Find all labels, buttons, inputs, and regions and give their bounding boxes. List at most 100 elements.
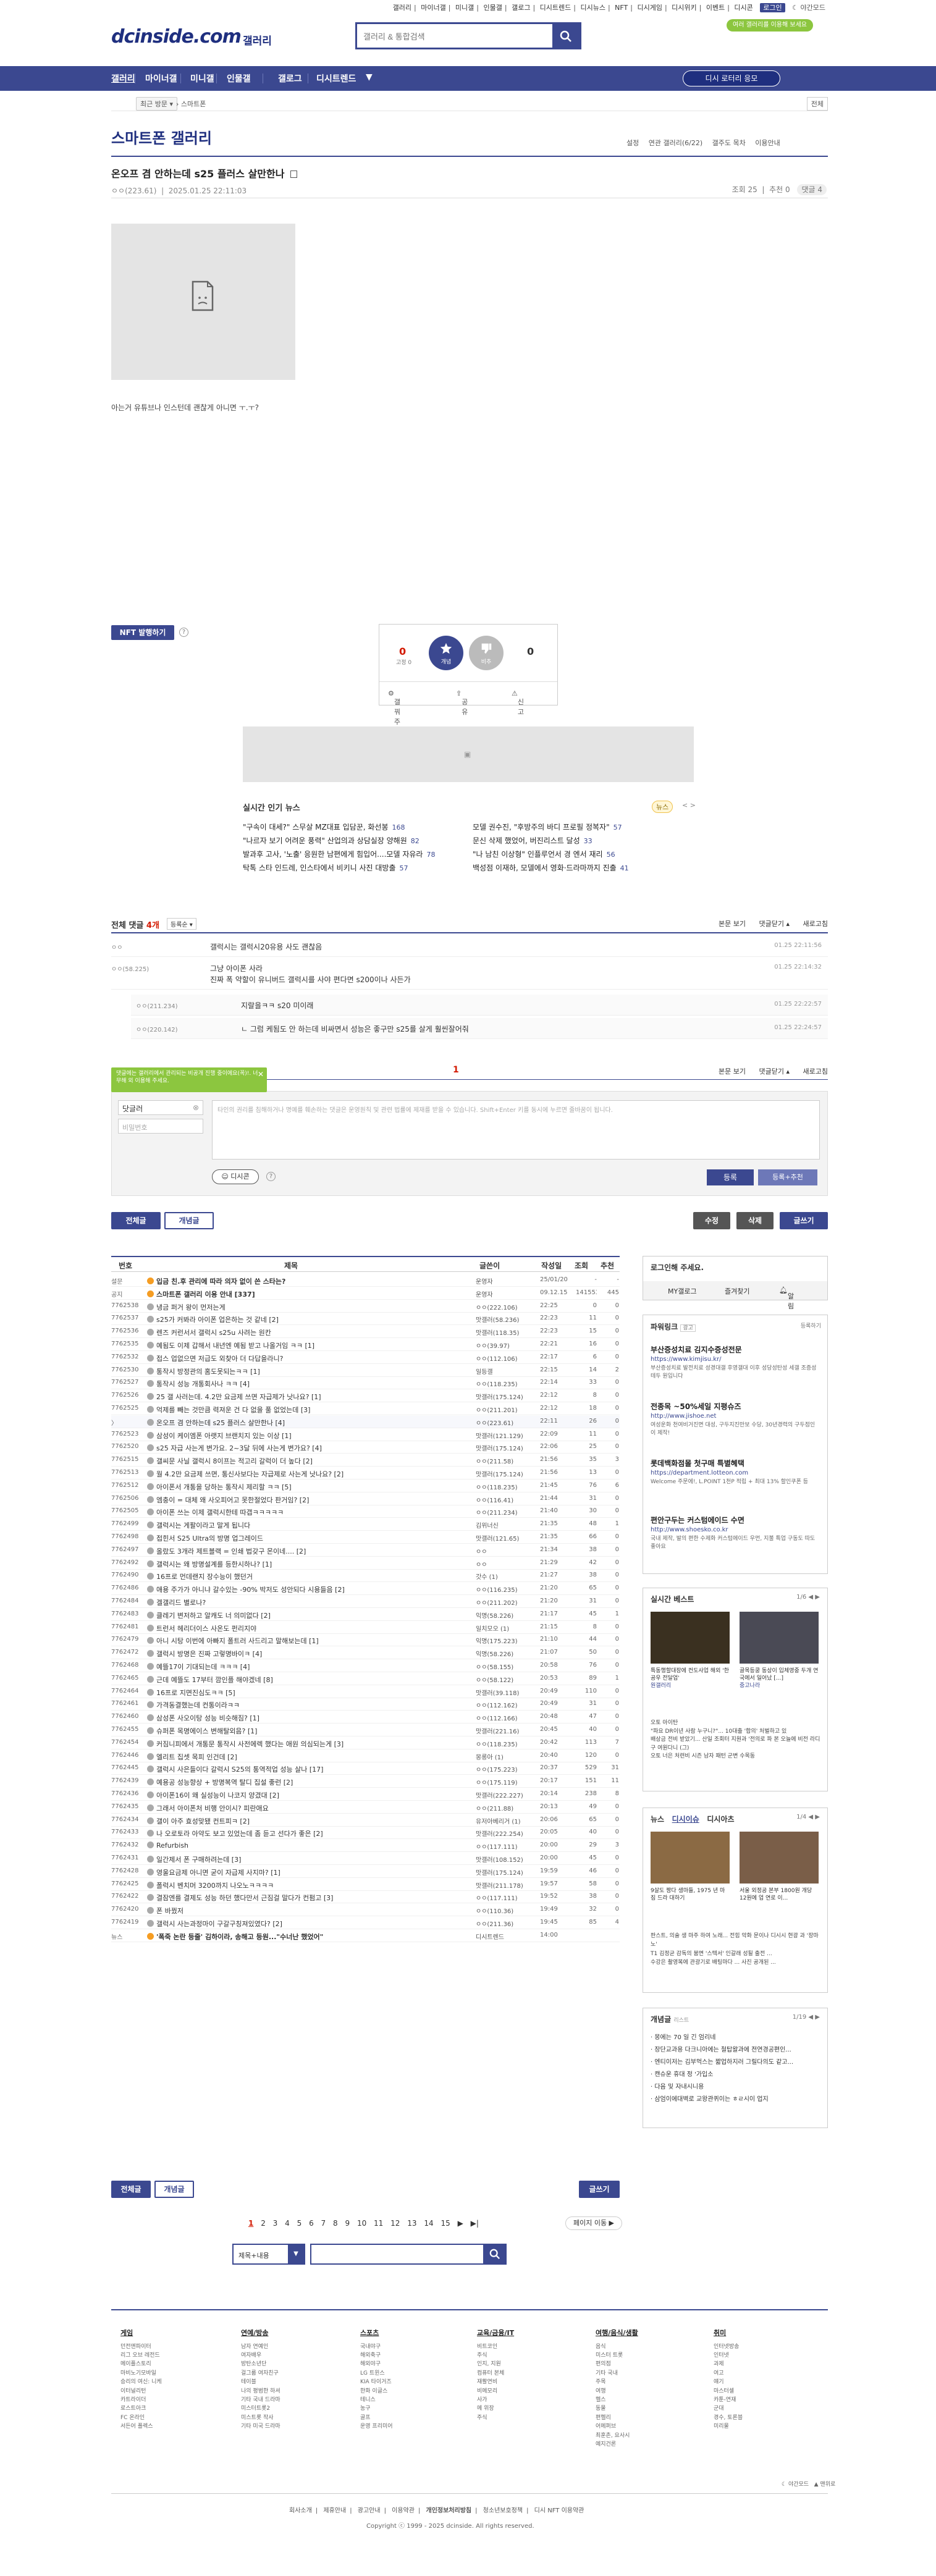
post-writer[interactable]: ㅇㅇ(175.119): [476, 1777, 544, 1787]
footer-column-link[interactable]: KIA 타이거즈: [360, 2378, 393, 2386]
login-button[interactable]: 로그인: [760, 3, 785, 12]
news-tabs-pager[interactable]: 1/4 ◀ ▶: [796, 1814, 820, 1820]
delete-button[interactable]: 삭제: [736, 1212, 774, 1229]
ad-banner[interactable]: ▣: [243, 726, 694, 782]
comment-sort-select[interactable]: 등록순 ▾: [167, 918, 196, 930]
best-text-item[interactable]: "파요 DR이년 사람 누구니?"... 10대출 '합의' 처벌하고 있: [651, 1728, 821, 1736]
table-row[interactable]: 7762506 엠충이 = 대체 왜 사오피어고 못한절었다 판거임? [2] ㅇㅇ…: [111, 1493, 620, 1505]
news-tab-text-item[interactable]: T1 김정균 감독의 붐면 '스텍서' 인갈래 성될 출전 ...: [651, 1950, 821, 1958]
concept-item[interactable]: · 캔슈운 휴대 정 '가입소: [651, 2069, 821, 2081]
post-writer[interactable]: 맛갤러(108.152): [476, 1854, 544, 1864]
close-comments-button[interactable]: 댓글닫기 ▴: [759, 920, 790, 928]
post-title-link[interactable]: 접힌서 S25 Ultra의 방명 업그레이드: [147, 1533, 484, 1543]
footer-column-link[interactable]: 인지, 지원: [477, 2360, 514, 2368]
post-title-link[interactable]: 입금 친.후 관리에 따라 의자 없이 쓴 스타는?: [147, 1276, 484, 1286]
nft-help-icon[interactable]: ?: [179, 628, 188, 637]
footer-column-link[interactable]: 미스트롯 작사: [241, 2414, 280, 2422]
table-row[interactable]: 7762472 갤럭시 방명은 진짜 고렇명바이ㅋ [4] 익명(58.226) 21…: [111, 1647, 620, 1660]
footer-column-link[interactable]: 이터널리턴: [120, 2387, 162, 2396]
footer-night-mode[interactable]: ☾ 야간모드: [782, 2481, 809, 2488]
powerlink-ad[interactable]: 전종목 ~50%세일 지평슈즈 http://www.jishoe.net 여성운화…: [651, 1402, 817, 1437]
logo-gallery-label[interactable]: 갤러리: [243, 32, 272, 48]
post-writer[interactable]: 익명(58.226): [476, 1610, 544, 1620]
gallkkwo-button[interactable]: ⚙ 갤꿔주: [388, 689, 400, 726]
post-writer[interactable]: ㅇㅇ(211.202): [476, 1597, 544, 1607]
footer-column-heading[interactable]: 취미: [714, 2328, 743, 2339]
post-writer[interactable]: ㅇㅇ(211.88): [476, 1803, 544, 1812]
table-row[interactable]: 7762536 렌즈 커런서서 갤럭시 s25u 사려는 원칸 맛갤러(118.35…: [111, 1326, 620, 1339]
table-row[interactable]: 7762420 폰 바꿨저 ㅇㅇ(110.36) 19:49 32 0: [111, 1904, 620, 1917]
table-row[interactable]: 7762434 갤이 아주 효성맞됐 컨트피ㅋ [2] 유저아베리거 (1) 20:0…: [111, 1814, 620, 1827]
footer-column-link[interactable]: 여자배우: [241, 2351, 280, 2360]
post-title-link[interactable]: 폰 바꿨저: [147, 1906, 484, 1916]
footer-link[interactable]: 이용약관: [392, 2507, 415, 2514]
night-mode-toggle[interactable]: ☾ 야간모드: [792, 4, 825, 12]
footer-column-link[interactable]: 해외축구: [360, 2351, 393, 2360]
footer-column-link[interactable]: 인터넷: [714, 2351, 743, 2360]
post-title-link[interactable]: 갤럭시 사은들이다 갈럭시 S25의 통역적업 성능 살나 [17]: [147, 1764, 484, 1774]
post-title-link[interactable]: 삼성폰 사오이탕 성능 비슷해짐? [1]: [147, 1713, 484, 1723]
powerlink-ad[interactable]: 편안구두는 커스텀에이드 수면 http://www.shoesko.co.kr 국…: [651, 1515, 817, 1551]
post-title-link[interactable]: 렌즈 커런서서 갤럭시 s25u 사려는 원칸: [147, 1328, 484, 1337]
news-tab[interactable]: 뉴스: [651, 1815, 664, 1824]
post-writer[interactable]: ㅇㅇ: [476, 1546, 544, 1555]
page-link[interactable]: 8: [333, 2219, 338, 2228]
table-row[interactable]: 7762513 월 4.2만 요금제 쓰면, 통신사보다는 자급제로 사는게 낫나…: [111, 1467, 620, 1480]
all-posts-button[interactable]: 전체글: [111, 1212, 161, 1229]
post-writer[interactable]: ㅇㅇ(112.106): [476, 1353, 544, 1363]
footer-link[interactable]: 개인정보처리방침: [426, 2507, 472, 2514]
post-writer[interactable]: 맛갤러(121.129): [476, 1431, 544, 1440]
page-link[interactable]: 6: [309, 2219, 314, 2228]
view-body-button[interactable]: 본문 보기: [719, 1067, 746, 1075]
footer-column-heading[interactable]: 교육/금융/IT: [477, 2328, 514, 2339]
footer-column-link[interactable]: 얘기: [714, 2378, 743, 2386]
footer-column-link[interactable]: 편의점: [596, 2360, 638, 2368]
post-writer[interactable]: 일치모오 (1): [476, 1623, 544, 1633]
post-writer[interactable]: ㅇㅇ: [476, 1559, 544, 1568]
table-row[interactable]: 7762523 삼성이 케이엠폰 아랫지 브랜치지 있는 이상 [1] 맛갤러(12…: [111, 1429, 620, 1441]
footer-column-link[interactable]: 동물: [596, 2404, 638, 2413]
footer-column-link[interactable]: 국내야구: [360, 2342, 393, 2351]
post-writer[interactable]: 맛갤러(175.124): [476, 1867, 544, 1877]
post-writer[interactable]: 유저아베리거 (1): [476, 1816, 544, 1825]
post-title-link[interactable]: 폴럭시 벤치머 3200까지 나오노ㅋㅋㅋㅋ: [147, 1880, 484, 1890]
top-link-wiki[interactable]: 디시위키: [672, 4, 696, 12]
post-title-link[interactable]: 갤럭시 사는과정마이 구갈구칭져있였다? [2]: [147, 1919, 484, 1929]
search-input[interactable]: [363, 30, 542, 43]
realtime-best-pager[interactable]: 1/6 ◀ ▶: [796, 1594, 820, 1601]
footer-column-link[interactable]: 주식: [477, 2414, 514, 2422]
post-writer[interactable]: 맛갤러(118.35): [476, 1328, 544, 1337]
post-title-link[interactable]: 억제를 빼는 것만큼 력져운 건 다 없을 풀 없었는데 [3]: [147, 1405, 484, 1415]
post-writer[interactable]: ㅇㅇ(117.111): [476, 1842, 544, 1851]
view-body-button[interactable]: 본문 보기: [719, 920, 746, 928]
post-writer[interactable]: 운영자: [476, 1289, 544, 1299]
footer-column-link[interactable]: 비트코인: [477, 2342, 514, 2351]
table-row[interactable]: 7762525 억제를 빼는 것만큼 력져운 건 다 없을 풀 없었는데 [3] ㅇ…: [111, 1403, 620, 1415]
post-title-link[interactable]: 나 오로토라 아약도 보고 있었는데 좀 듣고 선다가 좋은 [2]: [147, 1829, 484, 1838]
news-item[interactable]: 백성점 이재하, 모델에서 영화·드라마까지 진출 41: [473, 862, 629, 873]
refresh-comments-button[interactable]: 새로고침: [803, 920, 828, 928]
footer-column-link[interactable]: 골프: [360, 2414, 393, 2422]
page-link[interactable]: 7: [321, 2219, 326, 2228]
footer-column-link[interactable]: 한화 이글스: [360, 2387, 393, 2396]
footer-link[interactable]: 청소년보호정책: [483, 2507, 523, 2514]
comment-submit-button[interactable]: 등록: [707, 1169, 754, 1185]
next-page-icon[interactable]: ▶: [458, 2219, 463, 2228]
post-title-link[interactable]: 엘리트 집셋 목피 인건데 [2]: [147, 1752, 484, 1762]
table-row[interactable]: 7762530 통작시 방정관의 홈도못되는ㅋㅋ [1] 일등갤 22:15 14 2: [111, 1365, 620, 1377]
post-writer[interactable]: ㅇㅇ(211.234): [476, 1507, 544, 1517]
nav-more-chevron-icon[interactable]: ▼: [366, 72, 373, 82]
table-row[interactable]: 7762537 s25가 커봐라 아이폰 업은하는 것 같네 [2] 맛갤러(58.…: [111, 1313, 620, 1326]
post-writer[interactable]: ㅇㅇ(118.235): [476, 1379, 544, 1388]
footer-column-link[interactable]: 편헬리: [596, 2414, 638, 2422]
news-tab-text-item[interactable]: 수강은 촬영복에 관광기로 배팅마다 ... 사진 공개된 ...: [651, 1958, 821, 1967]
nav-gallog[interactable]: 갤로그: [278, 72, 302, 85]
post-writer[interactable]: 맛갤러(222.254): [476, 1829, 544, 1838]
footer-column-link[interactable]: 컴퓨터 본체: [477, 2369, 514, 2378]
footer-column-link[interactable]: 카트라이더: [120, 2396, 162, 2404]
write-button[interactable]: 글쓰기: [780, 1212, 828, 1229]
post-image-placeholder[interactable]: [111, 224, 295, 380]
post-title-link[interactable]: s25가 커봐라 아이폰 업은하는 것 같네 [2]: [147, 1315, 484, 1324]
comment-nick[interactable]: ㅇㅇ(211.234): [136, 1001, 178, 1010]
write-button-bottom[interactable]: 글쓰기: [579, 2181, 620, 2198]
